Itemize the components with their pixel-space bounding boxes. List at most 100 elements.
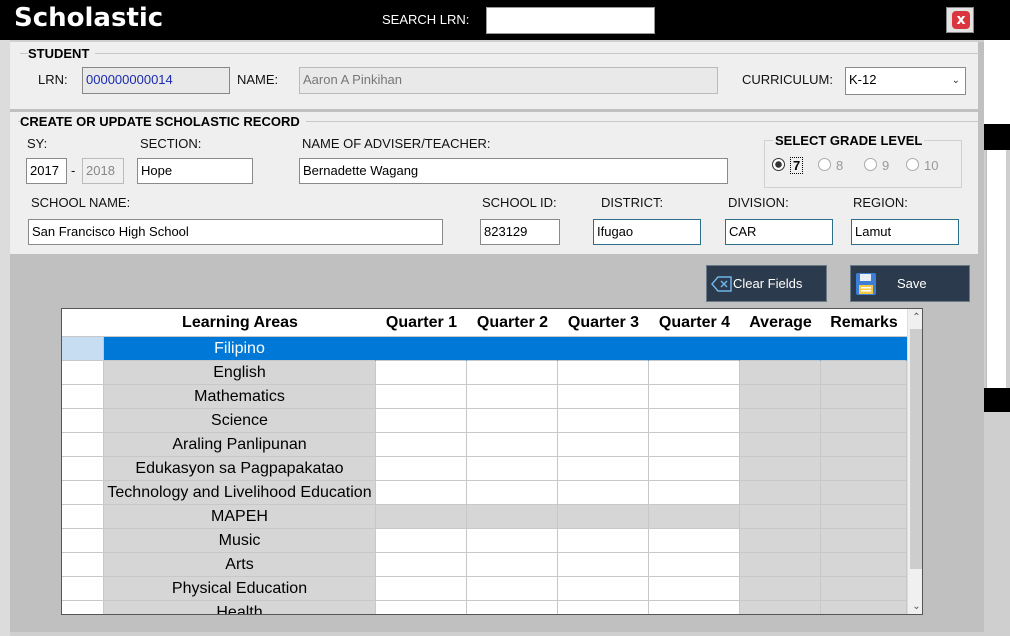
quarter-1-cell[interactable] — [376, 337, 467, 361]
row-header[interactable] — [62, 385, 104, 409]
quarter-3-cell[interactable] — [558, 337, 649, 361]
quarter-1-cell[interactable] — [376, 601, 467, 614]
row-header[interactable] — [62, 337, 104, 361]
quarter-4-cell[interactable] — [649, 457, 740, 481]
row-header[interactable] — [62, 529, 104, 553]
sy-end-field[interactable]: 2018 — [82, 158, 124, 184]
quarter-1-cell[interactable] — [376, 409, 467, 433]
quarter-3-cell[interactable] — [558, 457, 649, 481]
table-row[interactable]: Filipino — [62, 337, 907, 361]
column-header-average[interactable]: Average — [740, 309, 822, 337]
quarter-2-cell[interactable] — [467, 409, 558, 433]
quarter-2-cell[interactable] — [467, 505, 558, 529]
column-header-quarter-2[interactable]: Quarter 2 — [467, 309, 559, 337]
quarter-1-cell[interactable] — [376, 505, 467, 529]
quarter-1-cell[interactable] — [376, 361, 467, 385]
quarter-1-cell[interactable] — [376, 481, 467, 505]
curriculum-select[interactable]: K-12 ⌄ — [845, 67, 966, 95]
row-header[interactable] — [62, 601, 104, 614]
quarter-4-cell[interactable] — [649, 601, 740, 614]
scrollbar-thumb[interactable] — [910, 329, 922, 569]
column-header-learning-areas[interactable]: Learning Areas — [104, 309, 377, 337]
row-header[interactable] — [62, 433, 104, 457]
sy-start-field[interactable]: 2017 — [26, 158, 67, 184]
row-header[interactable] — [62, 361, 104, 385]
table-row[interactable]: Araling Panlipunan — [62, 433, 907, 457]
save-button[interactable]: Save — [850, 265, 970, 302]
row-header[interactable] — [62, 409, 104, 433]
row-header[interactable] — [62, 553, 104, 577]
section-field[interactable]: Hope — [137, 158, 253, 184]
quarter-4-cell[interactable] — [649, 361, 740, 385]
column-header-quarter-4[interactable]: Quarter 4 — [649, 309, 741, 337]
quarter-3-cell[interactable] — [558, 505, 649, 529]
learning-area-cell[interactable]: Edukasyon sa Pagpapakatao — [104, 457, 376, 481]
grade-8-radio[interactable]: 8 — [818, 158, 843, 173]
quarter-2-cell[interactable] — [467, 337, 558, 361]
learning-area-cell[interactable]: MAPEH — [104, 505, 376, 529]
quarter-1-cell[interactable] — [376, 529, 467, 553]
quarter-2-cell[interactable] — [467, 385, 558, 409]
quarter-1-cell[interactable] — [376, 553, 467, 577]
quarter-4-cell[interactable] — [649, 337, 740, 361]
column-header-quarter-3[interactable]: Quarter 3 — [558, 309, 650, 337]
quarter-3-cell[interactable] — [558, 409, 649, 433]
learning-area-cell[interactable]: Technology and Livelihood Education — [104, 481, 376, 505]
quarter-4-cell[interactable] — [649, 553, 740, 577]
learning-area-cell[interactable]: Health — [104, 601, 376, 614]
quarter-4-cell[interactable] — [649, 481, 740, 505]
table-row[interactable]: MAPEH — [62, 505, 907, 529]
quarter-3-cell[interactable] — [558, 433, 649, 457]
region-field[interactable]: Lamut — [851, 219, 959, 245]
grades-table[interactable]: Learning Areas Quarter 1 Quarter 2 Quart… — [61, 308, 923, 615]
learning-area-cell[interactable]: Araling Panlipunan — [104, 433, 376, 457]
row-header[interactable] — [62, 505, 104, 529]
grade-10-radio[interactable]: 10 — [906, 158, 938, 173]
table-row[interactable]: Mathematics — [62, 385, 907, 409]
quarter-4-cell[interactable] — [649, 385, 740, 409]
scroll-down-icon[interactable]: ⌄ — [908, 598, 922, 614]
quarter-4-cell[interactable] — [649, 529, 740, 553]
quarter-4-cell[interactable] — [649, 433, 740, 457]
learning-area-cell[interactable]: Arts — [104, 553, 376, 577]
grade-7-radio[interactable]: 7 — [772, 157, 804, 174]
column-header-remarks[interactable]: Remarks — [821, 309, 908, 337]
quarter-1-cell[interactable] — [376, 385, 467, 409]
row-header[interactable] — [62, 481, 104, 505]
name-field[interactable]: Aaron A Pinkihan — [299, 67, 718, 94]
quarter-1-cell[interactable] — [376, 577, 467, 601]
quarter-3-cell[interactable] — [558, 553, 649, 577]
quarter-4-cell[interactable] — [649, 409, 740, 433]
learning-area-cell[interactable]: Science — [104, 409, 376, 433]
quarter-2-cell[interactable] — [467, 481, 558, 505]
grade-9-radio[interactable]: 9 — [864, 158, 889, 173]
quarter-2-cell[interactable] — [467, 601, 558, 614]
quarter-3-cell[interactable] — [558, 361, 649, 385]
division-field[interactable]: CAR — [725, 219, 833, 245]
quarter-1-cell[interactable] — [376, 433, 467, 457]
quarter-3-cell[interactable] — [558, 385, 649, 409]
scroll-up-icon[interactable]: ⌃ — [908, 309, 922, 327]
search-lrn-input[interactable] — [486, 7, 655, 34]
quarter-2-cell[interactable] — [467, 361, 558, 385]
quarter-4-cell[interactable] — [649, 577, 740, 601]
table-row[interactable]: Edukasyon sa Pagpapakatao — [62, 457, 907, 481]
table-row[interactable]: Technology and Livelihood Education — [62, 481, 907, 505]
table-row[interactable]: Music — [62, 529, 907, 553]
table-row[interactable]: Science — [62, 409, 907, 433]
quarter-2-cell[interactable] — [467, 577, 558, 601]
row-header[interactable] — [62, 577, 104, 601]
lrn-field[interactable]: 000000000014 — [82, 67, 230, 94]
quarter-2-cell[interactable] — [467, 529, 558, 553]
school-id-field[interactable]: 823129 — [480, 219, 560, 245]
quarter-3-cell[interactable] — [558, 577, 649, 601]
quarter-2-cell[interactable] — [467, 457, 558, 481]
clear-fields-button[interactable]: Clear Fields — [706, 265, 827, 302]
learning-area-cell[interactable]: Filipino — [104, 337, 376, 361]
quarter-1-cell[interactable] — [376, 457, 467, 481]
table-row[interactable]: Arts — [62, 553, 907, 577]
learning-area-cell[interactable]: Physical Education — [104, 577, 376, 601]
quarter-2-cell[interactable] — [467, 433, 558, 457]
quarter-3-cell[interactable] — [558, 601, 649, 614]
table-row[interactable]: Health — [62, 601, 907, 614]
